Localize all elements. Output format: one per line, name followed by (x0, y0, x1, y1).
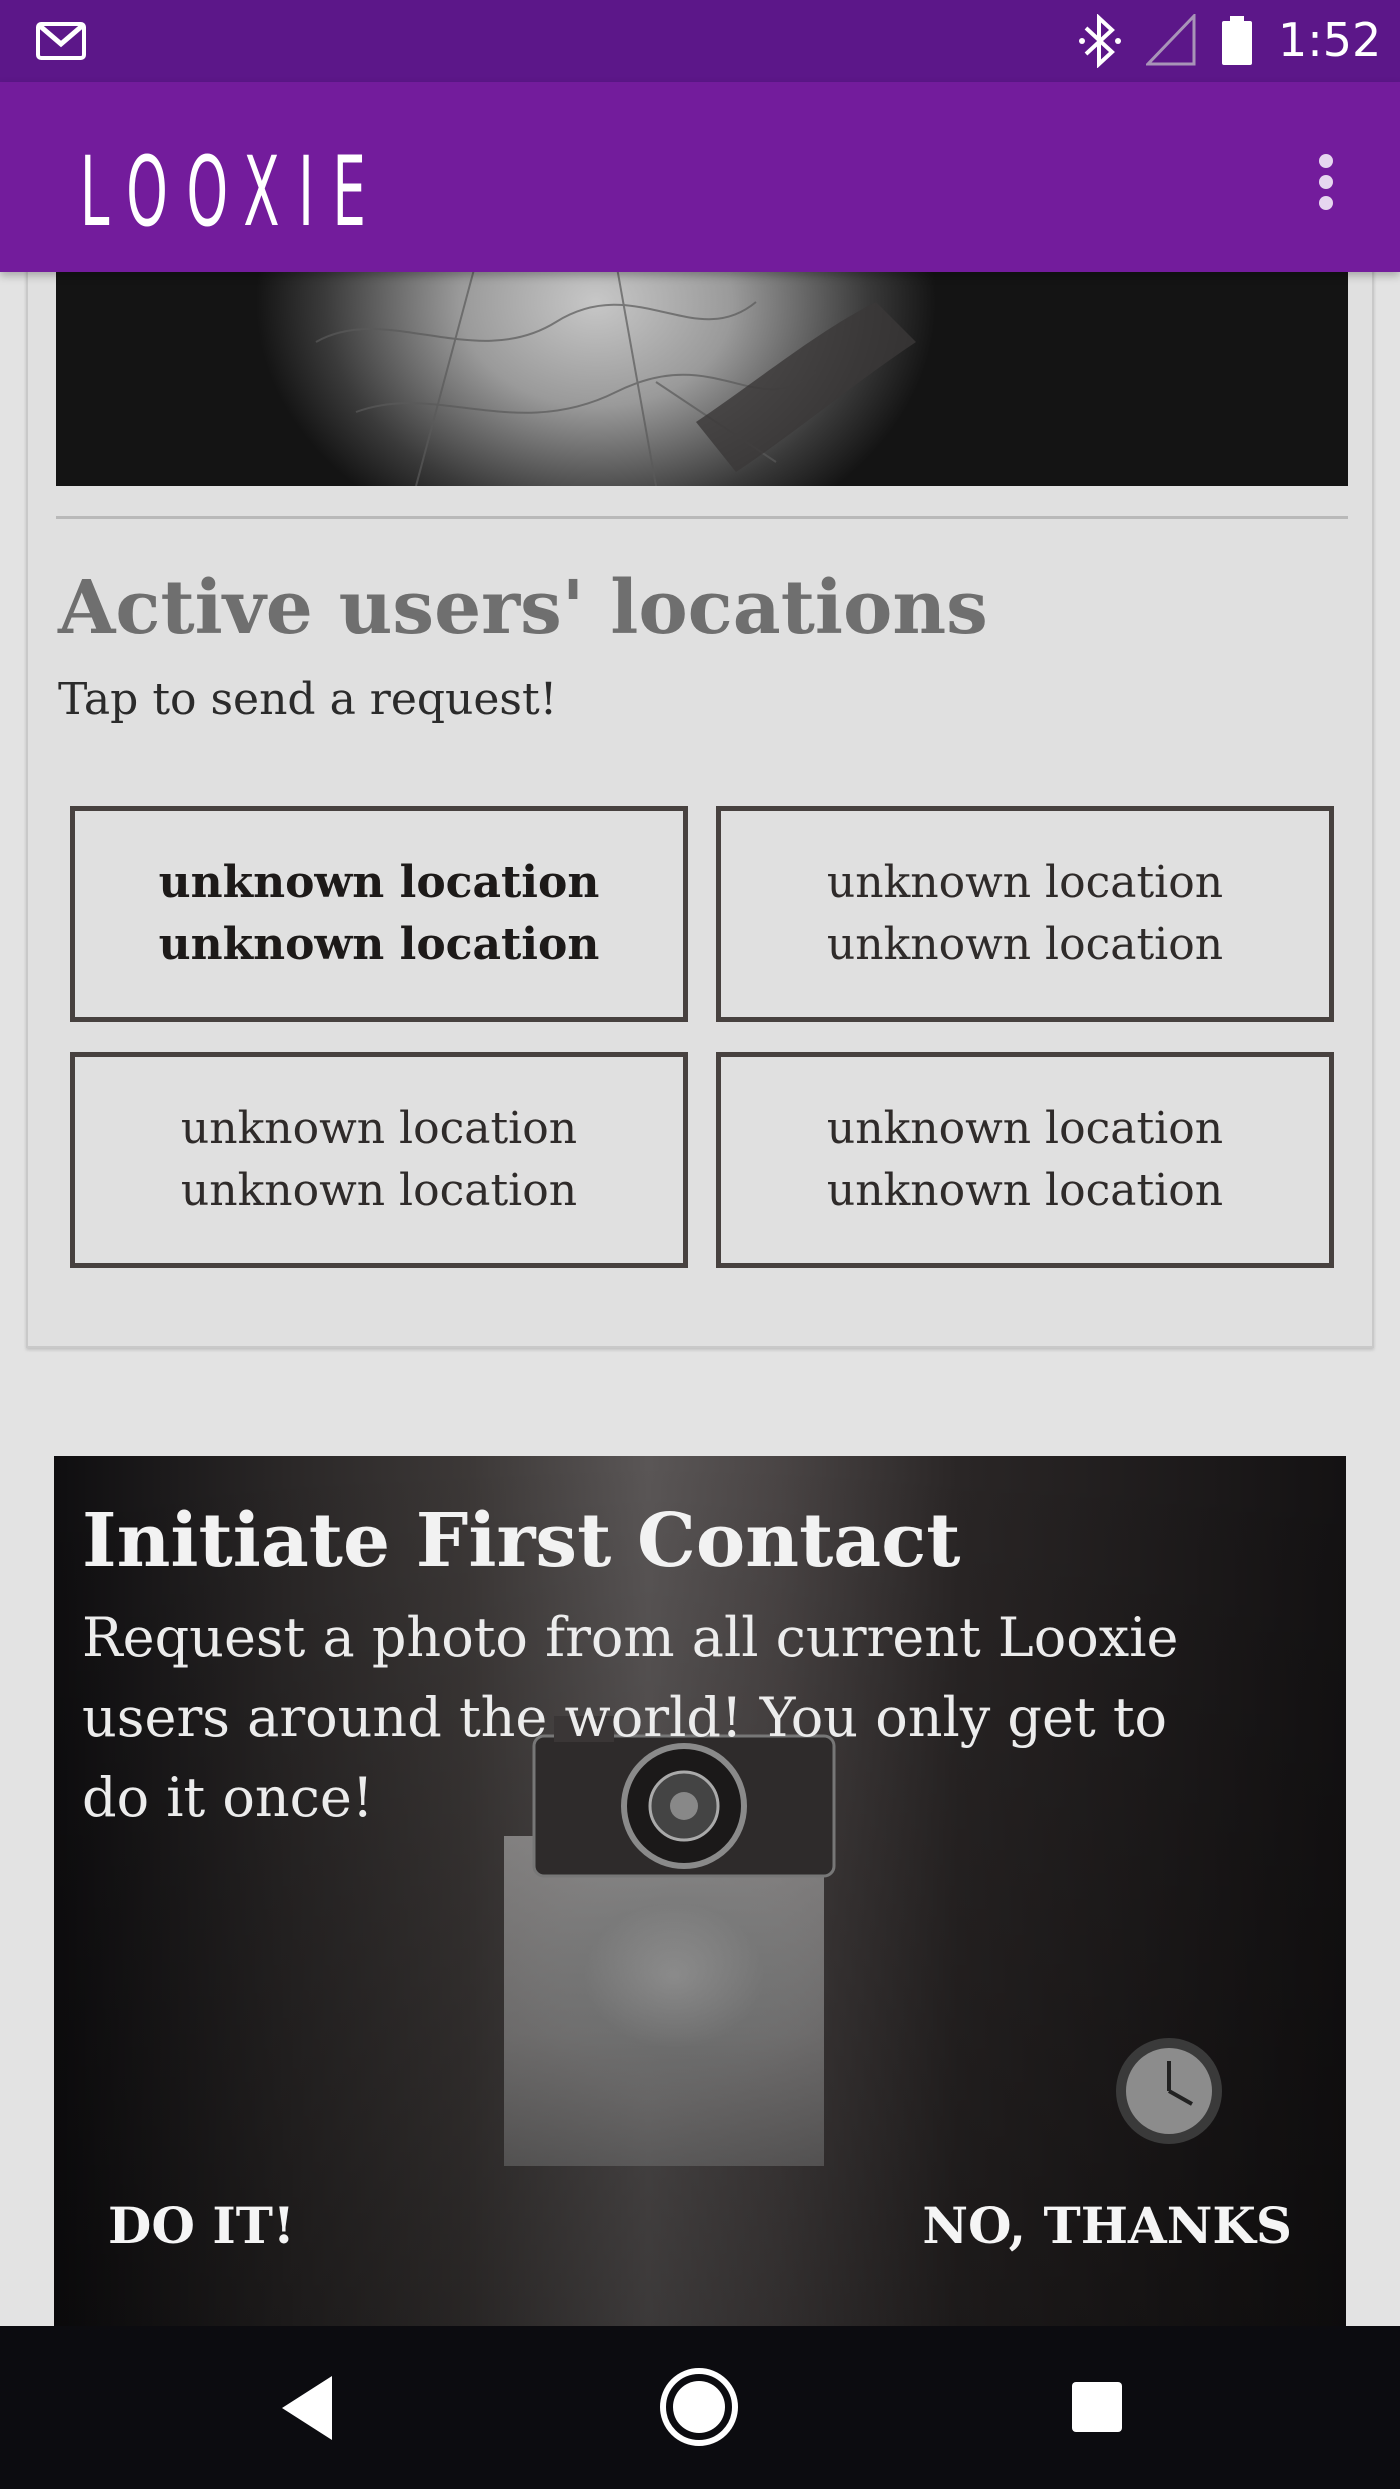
locations-card: Active users' locations Tap to send a re… (26, 272, 1374, 1348)
location-tile-1[interactable]: unknown location unknown location (70, 806, 688, 1022)
location-tile-line: unknown location (826, 1165, 1224, 1216)
map-lines-decoration (315, 272, 916, 486)
section-subtitle: Tap to send a request! (58, 674, 558, 725)
section-title: Active users' locations (58, 565, 988, 651)
no-thanks-button[interactable]: NO, THANKS (922, 2194, 1292, 2258)
back-icon[interactable] (276, 2372, 336, 2444)
location-tile-line: unknown location (180, 1165, 578, 1216)
overflow-menu-icon[interactable] (1306, 148, 1346, 218)
location-tile-line: unknown location (826, 857, 1224, 908)
system-nav-bar (0, 2326, 1400, 2489)
location-tile-3[interactable]: unknown location unknown location (70, 1052, 688, 1268)
card-body-line: Request a photo from all current Looxie (82, 1606, 1179, 1669)
scroll-content[interactable]: Active users' locations Tap to send a re… (0, 272, 1400, 2326)
location-tile-line: unknown location (180, 1103, 578, 1154)
location-grid: unknown location unknown location unknow… (70, 806, 1338, 1302)
first-contact-card: Initiate First Contact Request a photo f… (54, 1456, 1346, 2326)
location-tile-line: unknown location (158, 857, 600, 908)
watch-icon (1116, 2038, 1222, 2144)
app-bar: LOOXIE (0, 82, 1400, 272)
gmail-icon (36, 22, 86, 60)
do-it-button[interactable]: DO IT! (108, 2194, 295, 2258)
signal-icon (1146, 14, 1196, 66)
card-title: Initiate First Contact (82, 1498, 961, 1584)
battery-icon (1222, 16, 1252, 65)
divider (56, 516, 1348, 519)
map-image (56, 272, 1348, 486)
card-body: Request a photo from all current Looxie … (82, 1598, 1322, 1848)
recents-icon[interactable] (1068, 2378, 1126, 2436)
location-tile-2[interactable]: unknown location unknown location (716, 806, 1334, 1022)
home-icon[interactable] (658, 2366, 740, 2448)
status-bar: 1:52 (0, 0, 1400, 82)
status-clock: 1:52 (1278, 13, 1382, 67)
location-tile-line: unknown location (826, 1103, 1224, 1154)
location-tile-4[interactable]: unknown location unknown location (716, 1052, 1334, 1268)
bluetooth-icon (1079, 14, 1121, 68)
location-tile-line: unknown location (158, 919, 600, 970)
app-logo: LOOXIE (80, 136, 385, 248)
card-body-line: do it once! (82, 1766, 374, 1829)
card-body-line: users around the world! You only get to (82, 1686, 1168, 1749)
location-tile-line: unknown location (826, 919, 1224, 970)
